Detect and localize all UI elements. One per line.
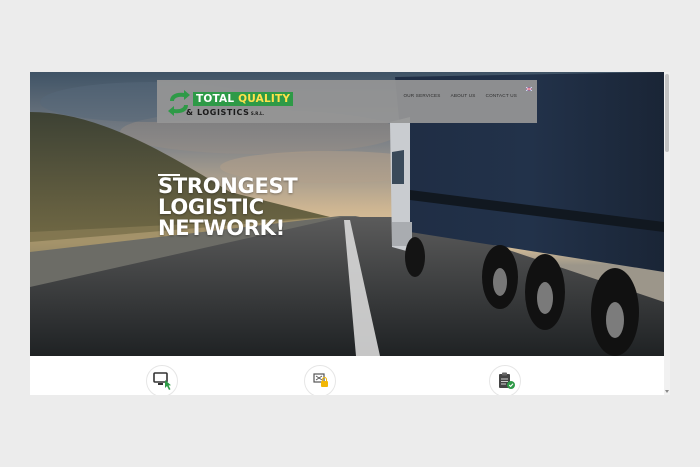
browser-viewport: STRONGEST LOGISTIC NETWORK! TOTAL QUALIT… bbox=[30, 72, 670, 395]
logo-line-2: & LOGISTICS S.R.L. bbox=[186, 108, 264, 118]
headline-line-3: NETWORK! bbox=[158, 216, 285, 240]
uk-flag-icon[interactable] bbox=[526, 87, 532, 91]
service-item-2[interactable] bbox=[304, 365, 336, 395]
hero-headline: STRONGEST LOGISTIC NETWORK! bbox=[158, 174, 298, 240]
hero-banner: STRONGEST LOGISTIC NETWORK! TOTAL QUALIT… bbox=[30, 72, 664, 356]
nav-about-us[interactable]: ABOUT US bbox=[451, 93, 476, 98]
vertical-scrollbar[interactable] bbox=[664, 72, 670, 395]
logo-line-1: TOTAL QUALITY bbox=[193, 92, 294, 106]
nav-our-services[interactable]: OUR SERVICES bbox=[404, 93, 441, 98]
service-item-3[interactable] bbox=[489, 365, 521, 395]
screen-lock-icon bbox=[313, 373, 328, 387]
nav-contact-us[interactable]: CONTACT US bbox=[486, 93, 517, 98]
logo-text-logistics: & LOGISTICS bbox=[186, 108, 250, 117]
top-navbar: TOTAL QUALITY & LOGISTICS S.R.L. OUR SER… bbox=[157, 80, 537, 123]
headline-line-2: LOGISTIC bbox=[158, 195, 264, 219]
logo-text-total: TOTAL bbox=[196, 93, 239, 105]
scroll-down-icon[interactable] bbox=[665, 390, 669, 393]
monitor-click-icon bbox=[153, 372, 171, 390]
services-row bbox=[30, 356, 664, 395]
logo-text-srl: S.R.L. bbox=[249, 111, 265, 116]
nav-menu: OUR SERVICES ABOUT US CONTACT US bbox=[404, 93, 517, 98]
scrollbar-thumb[interactable] bbox=[665, 74, 669, 152]
clipboard-check-icon bbox=[499, 372, 515, 389]
logo-text-quality: QUALITY bbox=[238, 93, 291, 105]
company-logo[interactable]: TOTAL QUALITY & LOGISTICS S.R.L. bbox=[166, 87, 294, 119]
headline-line-1: STRONGEST bbox=[158, 174, 298, 198]
service-item-1[interactable] bbox=[146, 365, 178, 395]
